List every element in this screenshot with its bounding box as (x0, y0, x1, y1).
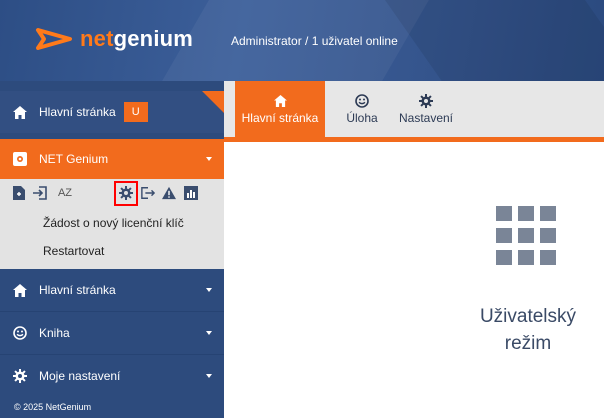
net-genium-toolbar: AZ Žádost o nový licenční klíč Restartov… (0, 179, 224, 269)
sidebar-item-label: Moje nastavení (39, 369, 121, 383)
export-icon[interactable] (141, 186, 155, 200)
mode-label-line1: Uživatelský (479, 306, 577, 327)
logo-text: netgenium (80, 26, 193, 52)
sidebar-item-label: Hlavní stránka (39, 283, 116, 297)
home-icon (273, 94, 287, 108)
sidebar-item-label: Hlavní stránka (39, 105, 116, 119)
tab-nastaveni[interactable]: Nastavení (394, 81, 458, 137)
logo-mark-icon (36, 28, 72, 50)
chevron-down-icon (206, 288, 212, 292)
copyright: © 2025 NetGenium (14, 402, 92, 412)
netgenium-app-icon (13, 152, 27, 166)
chart-icon[interactable] (184, 186, 198, 200)
sidebar-item-moje-nastaveni[interactable]: Moje nastavení (0, 354, 224, 397)
sort-az-icon[interactable]: AZ (56, 186, 74, 200)
new-document-icon[interactable] (12, 186, 26, 200)
user-mode-badge[interactable]: U (123, 102, 148, 122)
home-icon (13, 283, 27, 297)
sidebar-item-label: Kniha (39, 326, 70, 340)
user-status[interactable]: Administrator / 1 uživatel online (231, 34, 398, 48)
gear-icon (13, 369, 27, 383)
sidebar-item-home[interactable]: Hlavní stránka U (0, 91, 224, 133)
import-icon[interactable] (33, 186, 47, 200)
sidebar-item-label: NET Genium (39, 152, 109, 166)
gear-icon (419, 93, 433, 108)
smiley-icon (355, 93, 369, 108)
tab-hlavni-stranka[interactable]: Hlavní stránka (235, 81, 325, 137)
apps-grid-icon[interactable] (496, 206, 556, 266)
netgenium-logo[interactable]: netgenium (34, 26, 193, 52)
logo-suffix: genium (113, 26, 194, 51)
header-decoration (370, 0, 604, 81)
app-header: netgenium Administrator / 1 uživatel onl… (0, 0, 604, 81)
toolbar-icons: AZ (0, 179, 224, 207)
chevron-down-icon (206, 331, 212, 335)
logo-prefix: net (80, 26, 114, 51)
collapse-corner-icon[interactable] (202, 91, 224, 113)
home-icon (13, 105, 27, 119)
tab-label: Nastavení (398, 110, 454, 125)
smiley-icon (13, 326, 27, 340)
chevron-down-icon (206, 374, 212, 378)
tab-label: Úloha (346, 110, 378, 125)
sidebar-item-net-genium[interactable]: NET Genium (0, 139, 224, 179)
warning-icon[interactable] (162, 186, 176, 200)
restart-link[interactable]: Restartovat (43, 244, 104, 258)
sidebar: Hlavní stránka U NET Genium AZ Žádost o … (0, 81, 224, 418)
license-request-link[interactable]: Žádost o nový licenční klíč (43, 216, 184, 230)
tab-uloha[interactable]: Úloha (342, 81, 382, 137)
sidebar-item-kniha[interactable]: Kniha (0, 311, 224, 354)
tab-bar: Hlavní stránka Úloha Nastavení (224, 81, 604, 142)
user-mode-label[interactable]: Uživatelský režim (458, 303, 598, 357)
sidebar-item-hlavni-stranka[interactable]: Hlavní stránka (0, 269, 224, 311)
highlight-box (114, 181, 138, 206)
mode-label-line2: režim (504, 333, 552, 354)
chevron-down-icon (206, 157, 212, 161)
tab-label: Hlavní stránka (241, 110, 319, 125)
